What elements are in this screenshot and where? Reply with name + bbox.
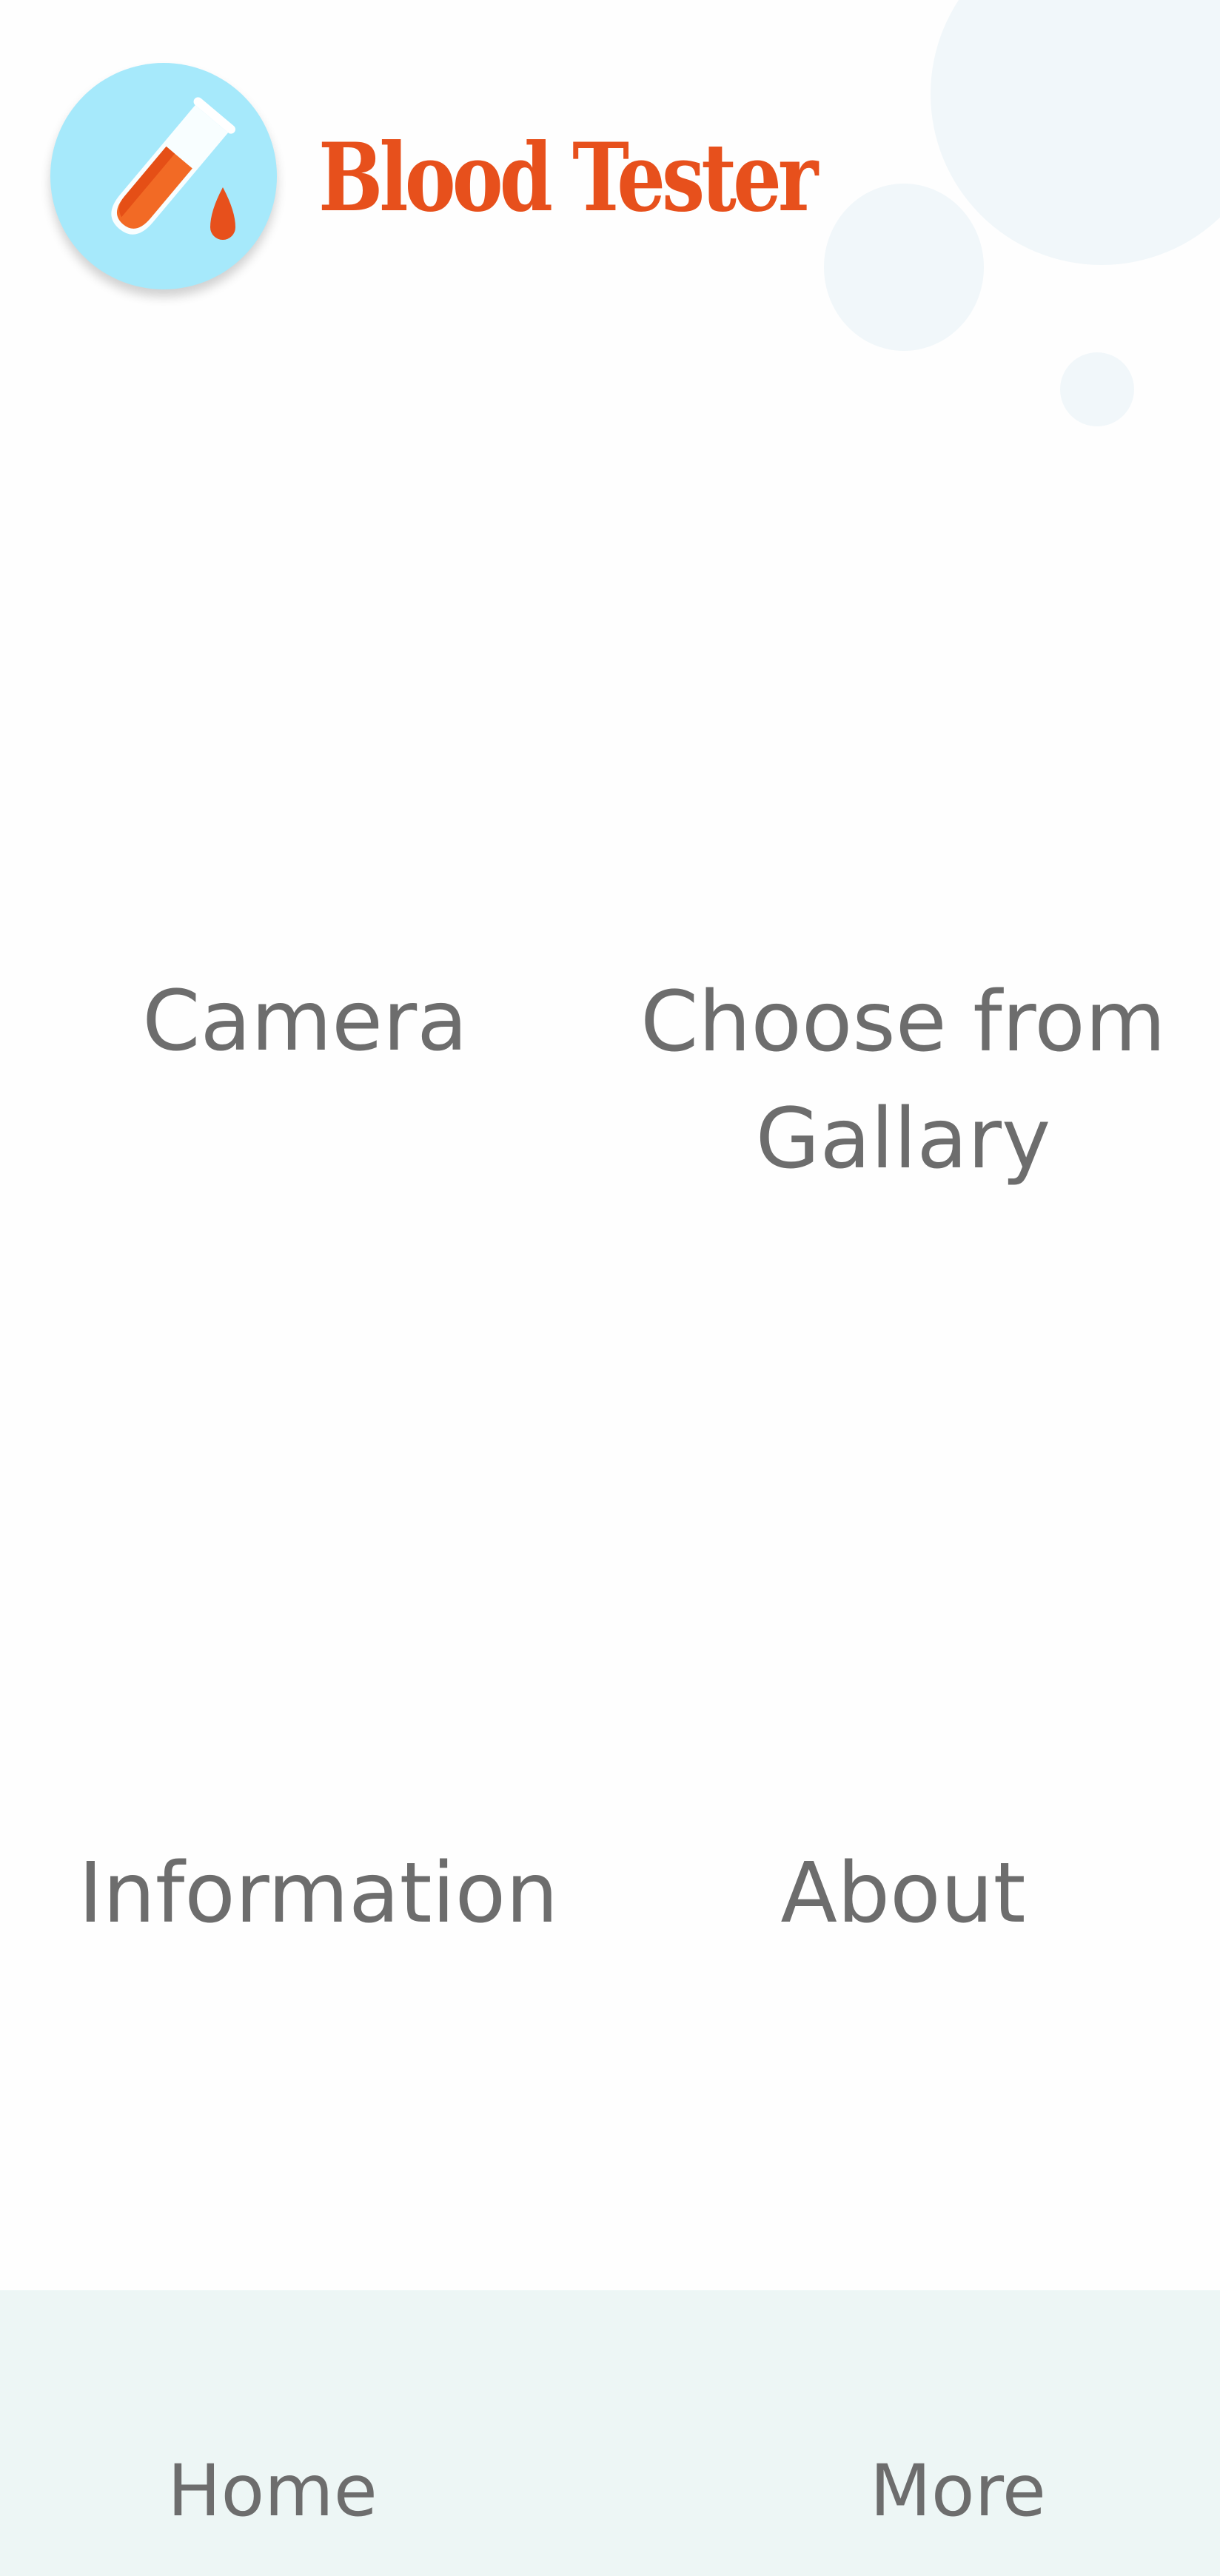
app-title: Blood Tester <box>318 123 818 232</box>
gallery-label-line1: Choose from <box>640 974 1166 1070</box>
nav-home-label: Home <box>167 2449 378 2532</box>
nav-home-button[interactable]: Home <box>123 2443 422 2539</box>
nav-more-button[interactable]: More <box>808 2443 1107 2539</box>
camera-button[interactable]: Camera <box>0 962 610 1081</box>
choose-from-gallery-button[interactable]: Choose from Gallary <box>598 962 1208 1199</box>
app-screen: Blood Tester Camera Choose from Gallary … <box>0 0 1220 2576</box>
bottom-navigation: Home More <box>0 2290 1220 2576</box>
nav-more-label: More <box>870 2449 1046 2532</box>
about-label: About <box>780 1845 1026 1942</box>
about-button[interactable]: About <box>598 1834 1208 1953</box>
camera-label: Camera <box>142 973 468 1070</box>
information-label: Information <box>78 1845 559 1942</box>
gallery-label-line2: Gallary <box>755 1091 1051 1187</box>
app-logo <box>50 63 277 289</box>
decorative-bubble-small <box>1060 352 1134 426</box>
test-tube-blood-drop-icon <box>111 97 235 240</box>
information-button[interactable]: Information <box>0 1834 610 1953</box>
app-header: Blood Tester <box>0 0 1220 311</box>
